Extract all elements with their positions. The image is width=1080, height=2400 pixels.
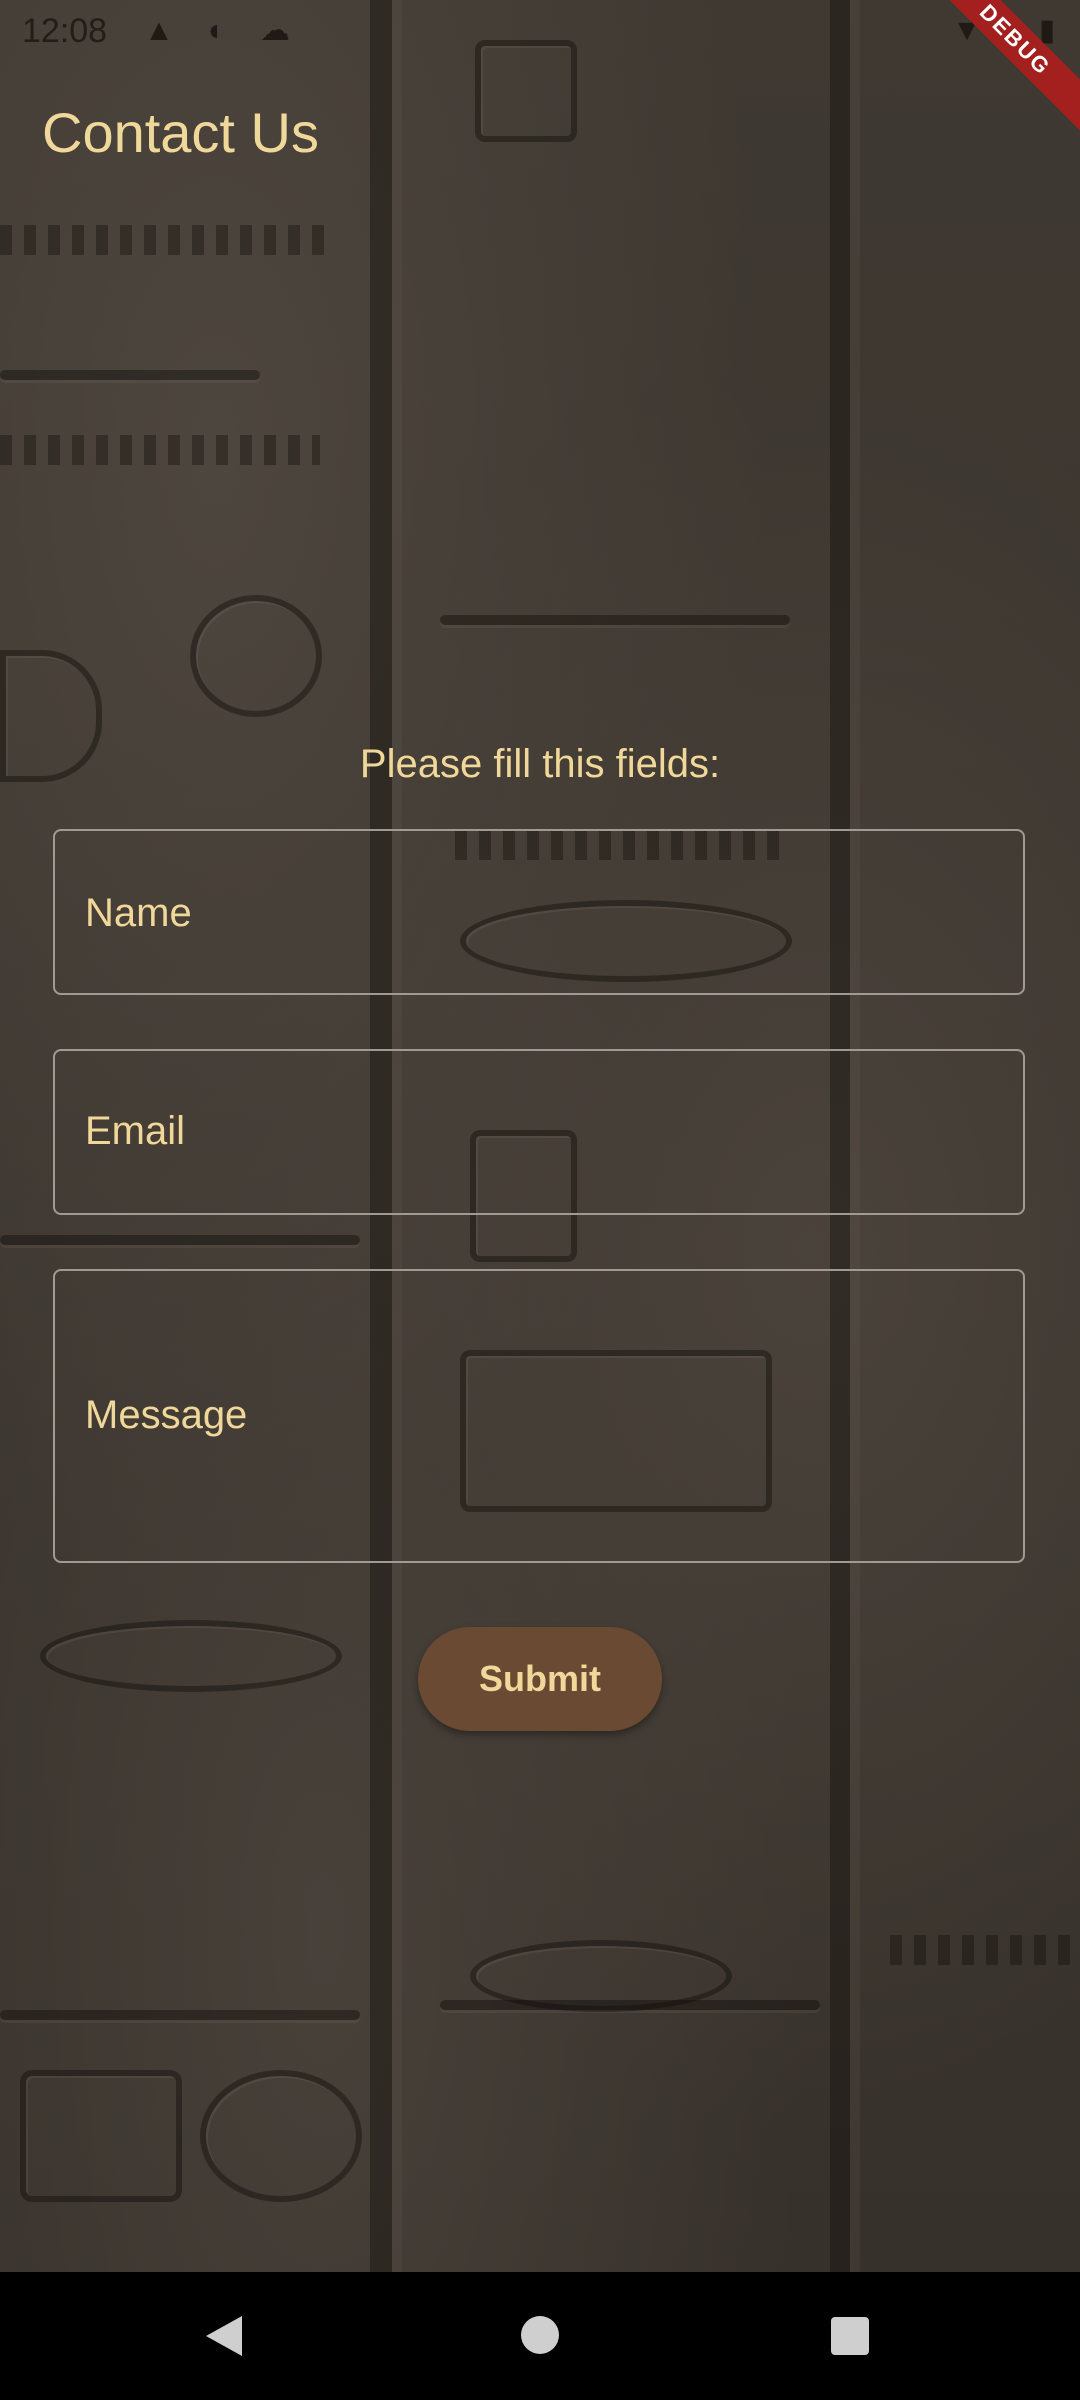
name-placeholder: Name bbox=[85, 891, 192, 935]
message-placeholder: Message bbox=[85, 1393, 248, 1437]
navigation-bar bbox=[0, 2272, 1080, 2400]
data-saver-icon: ◐ bbox=[207, 14, 227, 47]
cloud-icon: ☁ bbox=[260, 14, 290, 47]
recents-icon[interactable] bbox=[831, 2317, 869, 2355]
back-icon[interactable] bbox=[206, 2316, 242, 2356]
form-prompt: Please fill this fields: bbox=[359, 742, 721, 786]
relief-zigzag bbox=[0, 435, 320, 465]
contact-screen: 12:08 ▲ ◐ ☁ ▼ ◢ ▮ DEBUG Contact Us Pleas… bbox=[0, 0, 1080, 2400]
relief-line bbox=[0, 370, 260, 380]
status-bar: 12:08 ▲ ◐ ☁ ▼ ◢ ▮ DEBUG bbox=[0, 0, 1080, 142]
relief-line bbox=[0, 1235, 360, 1245]
relief-line bbox=[0, 2010, 360, 2020]
relief-circle bbox=[190, 595, 322, 717]
message-field[interactable]: Message bbox=[53, 1269, 1025, 1563]
home-icon[interactable] bbox=[521, 2316, 559, 2354]
email-field[interactable]: Email bbox=[53, 1049, 1025, 1215]
email-placeholder: Email bbox=[85, 1109, 186, 1153]
name-field[interactable]: Name bbox=[53, 829, 1025, 995]
page-title: Contact Us bbox=[42, 101, 319, 164]
relief-zigzag bbox=[0, 225, 330, 255]
relief-circle bbox=[200, 2070, 362, 2202]
warning-icon: ▲ bbox=[144, 14, 174, 47]
relief-line bbox=[440, 615, 790, 625]
relief-box bbox=[20, 2070, 182, 2202]
relief-eye bbox=[40, 1620, 342, 1692]
status-time: 12:08 bbox=[22, 12, 108, 50]
relief-zigzag bbox=[890, 1935, 1080, 1965]
relief-eye bbox=[470, 1940, 732, 2012]
submit-button[interactable]: Submit bbox=[418, 1627, 662, 1731]
